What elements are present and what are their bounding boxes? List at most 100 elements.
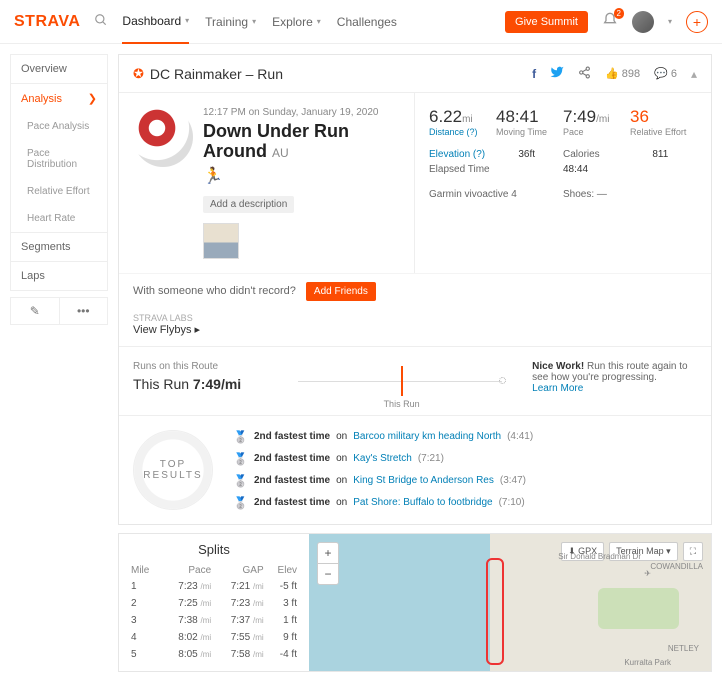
pencil-icon: ✎ — [30, 304, 40, 318]
sidebar-item-pace-analysis[interactable]: Pace Analysis — [10, 113, 108, 140]
nav-explore-label: Explore — [272, 15, 313, 29]
segment-on: on — [336, 431, 347, 442]
split-elev: -4 ft — [266, 646, 299, 663]
chart-marker-label: This Run — [384, 399, 420, 409]
collapse-icon[interactable]: ▴ — [691, 67, 697, 81]
search-icon[interactable] — [94, 13, 108, 30]
athlete-name[interactable]: DC Rainmaker – Run — [150, 66, 283, 82]
shoes-value: — — [597, 189, 607, 200]
activity-stats: 6.22miDistance (?) 48:41Moving Time 7:49… — [415, 93, 711, 273]
split-mile: 5 — [129, 646, 161, 663]
comments-count[interactable]: 💬6 — [654, 67, 677, 80]
calories-value: 811 — [652, 149, 697, 160]
facebook-share-icon[interactable]: f — [532, 67, 536, 81]
activity-card: ✪ DC Rainmaker – Run f 👍898 💬6 ▴ — [118, 54, 712, 525]
medal-icon: 🥈 — [233, 430, 248, 444]
shoes-label: Shoes: — [563, 189, 594, 200]
route-map[interactable]: + − ⬇ GPX Terrain Map ▾ ⛶ Sir Donald Bra… — [309, 534, 711, 671]
nav-challenges[interactable]: Challenges — [337, 0, 397, 44]
this-run-pace: 7:49/mi — [193, 376, 241, 392]
split-row[interactable]: 48:02 /mi7:55 /mi9 ft — [129, 629, 299, 646]
chevron-down-icon: ▾ — [185, 16, 189, 25]
user-avatar[interactable] — [632, 11, 654, 33]
calories-label: Calories — [563, 149, 652, 160]
view-flybys-link[interactable]: View Flybys ▸ — [133, 324, 200, 336]
arrow-right-icon: ❯ — [88, 92, 97, 105]
top-bar: STRAVA Dashboard▾ Training▾ Explore▾ Cha… — [0, 0, 722, 44]
edit-activity-button[interactable]: ✎ — [11, 298, 60, 324]
give-summit-button[interactable]: Give Summit — [505, 11, 588, 33]
elevation-label[interactable]: Elevation (?) — [429, 149, 518, 160]
sidebar-item-segments[interactable]: Segments — [10, 232, 108, 261]
splits-title: Splits — [129, 542, 299, 557]
map-place-label: COWANDILLA — [650, 562, 703, 571]
share-icon[interactable] — [578, 66, 591, 82]
segment-prefix: 2nd fastest time — [254, 497, 330, 508]
segment-result-row: 🥈2nd fastest time on Barcoo military km … — [233, 430, 697, 444]
runner-icon: 🏃 — [203, 166, 400, 186]
splits-panel: Splits Mile Pace GAP Elev 17:23 /mi7:21 … — [119, 534, 309, 671]
split-row[interactable]: 17:23 /mi7:21 /mi-5 ft — [129, 578, 299, 595]
nav-training-label: Training — [205, 15, 248, 29]
col-elev: Elev — [266, 563, 299, 578]
split-pace: 8:02 /mi — [161, 629, 213, 646]
segment-prefix: 2nd fastest time — [254, 475, 330, 486]
nav-dashboard[interactable]: Dashboard ▾ — [122, 0, 189, 44]
activity-photo-thumb[interactable] — [203, 223, 239, 259]
segment-name-link[interactable]: King St Bridge to Anderson Res — [353, 475, 494, 486]
strava-labs-label: STRAVA LABS — [133, 313, 697, 323]
nav-training[interactable]: Training▾ — [205, 0, 256, 44]
brand-logo[interactable]: STRAVA — [14, 13, 80, 31]
main-nav: Dashboard ▾ Training▾ Explore ▾ Challenges — [122, 0, 491, 44]
split-row[interactable]: 58:05 /mi7:58 /mi-4 ft — [129, 646, 299, 663]
split-elev: 9 ft — [266, 629, 299, 646]
segment-name-link[interactable]: Pat Shore: Buffalo to footbridge — [353, 497, 492, 508]
device-name: Garmin vivoactive 4 — [429, 189, 563, 200]
sidebar-item-pace-distribution[interactable]: Pace Distribution — [10, 140, 108, 178]
athlete-photo[interactable] — [133, 107, 193, 167]
chevron-down-icon[interactable]: ▾ — [668, 17, 672, 26]
add-friends-button[interactable]: Add Friends — [306, 282, 376, 301]
segment-time: (7:21) — [418, 453, 444, 464]
sidebar-item-laps[interactable]: Laps — [10, 261, 108, 291]
zoom-in-button[interactable]: + — [318, 543, 338, 564]
segment-time: (4:41) — [507, 431, 533, 442]
learn-more-link[interactable]: Learn More — [532, 383, 583, 394]
sidebar-item-overview[interactable]: Overview — [10, 54, 108, 83]
nav-dashboard-label: Dashboard — [122, 14, 181, 28]
twitter-share-icon[interactable] — [550, 65, 564, 82]
sidebar-item-analysis[interactable]: Analysis ❯ — [10, 83, 108, 113]
nav-challenges-label: Challenges — [337, 15, 397, 29]
more-actions-button[interactable]: ••• — [60, 298, 108, 324]
split-row[interactable]: 37:38 /mi7:37 /mi1 ft — [129, 612, 299, 629]
sidebar-analysis-label: Analysis — [21, 93, 62, 105]
add-activity-button[interactable]: + — [686, 11, 708, 33]
add-description-button[interactable]: Add a description — [203, 196, 294, 213]
sidebar-item-heart-rate[interactable]: Heart Rate — [10, 205, 108, 232]
split-elev: 3 ft — [266, 595, 299, 612]
chevron-down-icon: ▾ — [317, 17, 321, 26]
segment-result-row: 🥈2nd fastest time on Pat Shore: Buffalo … — [233, 496, 697, 510]
nice-work-label: Nice Work! — [532, 361, 584, 372]
zoom-out-button[interactable]: − — [318, 564, 338, 584]
segment-result-row: 🥈2nd fastest time on King St Bridge to A… — [233, 474, 697, 488]
this-run-label: This Run — [133, 376, 189, 392]
map-place-label: Sir Donald Bradman Dr — [558, 552, 641, 561]
distance-value: 6.22 — [429, 107, 462, 126]
split-row[interactable]: 27:25 /mi7:23 /mi3 ft — [129, 595, 299, 612]
segment-name-link[interactable]: Barcoo military km heading North — [353, 431, 501, 442]
fullscreen-icon[interactable]: ⛶ — [683, 542, 703, 561]
notifications-icon[interactable]: 2 — [602, 12, 618, 32]
nav-explore[interactable]: Explore ▾ — [272, 0, 321, 44]
split-gap: 7:21 /mi — [213, 578, 265, 595]
sidebar-item-relative-effort[interactable]: Relative Effort — [10, 178, 108, 205]
distance-label[interactable]: Distance (?) — [429, 127, 496, 137]
split-elev: 1 ft — [266, 612, 299, 629]
kudos-count[interactable]: 👍898 — [605, 67, 640, 80]
col-mile: Mile — [129, 563, 161, 578]
route-label: Runs on this Route — [133, 361, 298, 372]
distance-unit: mi — [462, 114, 473, 125]
segment-name-link[interactable]: Kay's Stretch — [353, 453, 412, 464]
split-mile: 2 — [129, 595, 161, 612]
thumbs-up-icon: 👍 — [605, 67, 619, 80]
